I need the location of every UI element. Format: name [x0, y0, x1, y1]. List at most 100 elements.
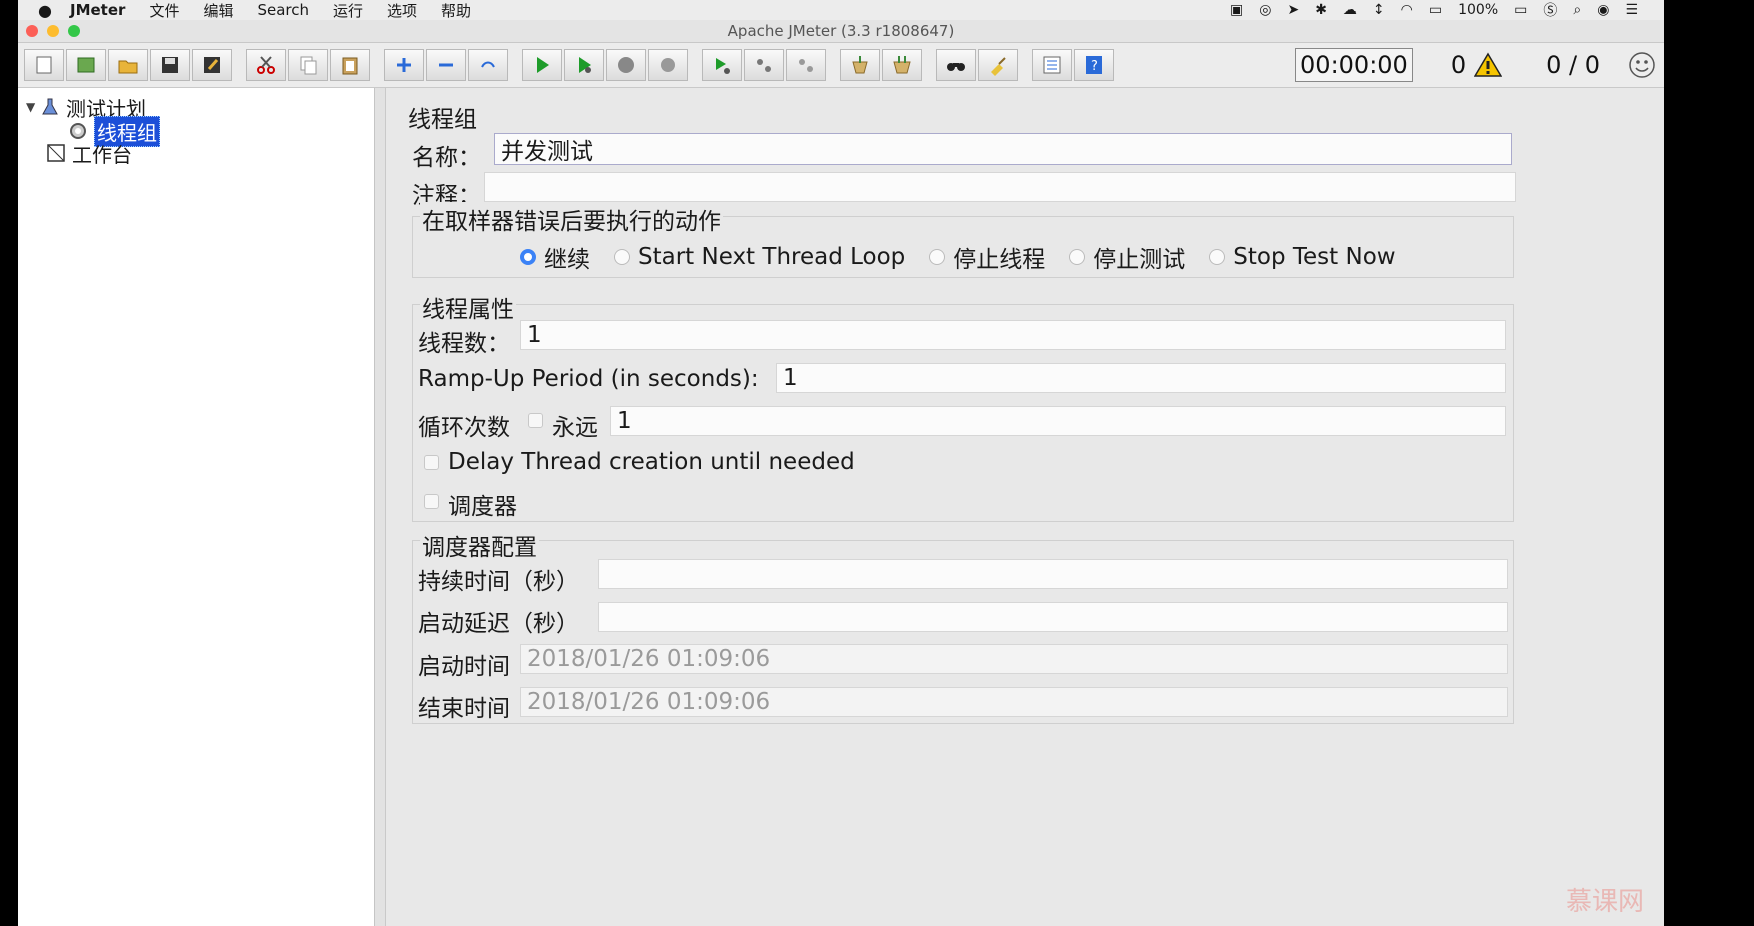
delay-thread-label: Delay Thread creation until needed	[448, 449, 855, 475]
radio-stop-thread-dot[interactable]	[929, 249, 946, 265]
title-bar: Apache JMeter (3.3 r1808647)	[18, 20, 1664, 43]
rampup-label: Ramp-Up Period (in seconds):	[418, 366, 759, 392]
threads-label: 线程数：	[418, 331, 510, 357]
s-icon[interactable]: Ⓢ	[1543, 0, 1557, 20]
close-window-button[interactable]	[26, 25, 38, 37]
copy-icon[interactable]	[288, 49, 328, 81]
name-input[interactable]: 并发测试	[494, 133, 1512, 165]
rampup-input[interactable]: 1	[776, 363, 1506, 393]
menu-file[interactable]: 文件	[137, 0, 191, 21]
end-time-input[interactable]: 2018/01/26 01:09:06	[520, 687, 1508, 717]
loop-count-label: 循环次数	[418, 415, 510, 441]
battery-percent: 100%	[1458, 2, 1499, 18]
clear-icon[interactable]	[840, 49, 880, 81]
spotlight-search-icon[interactable]: ⌕	[1573, 2, 1581, 18]
chevron-down-icon[interactable]: ▼	[26, 100, 40, 114]
function-helper-icon[interactable]	[1032, 49, 1072, 81]
end-time-label: 结束时间	[418, 696, 510, 722]
radio-stop-test-now[interactable]: Stop Test Now	[1209, 244, 1396, 270]
battery-icon[interactable]: ▭	[1514, 2, 1527, 18]
menu-app[interactable]: JMeter	[58, 1, 137, 19]
menu-run[interactable]: 运行	[321, 0, 375, 21]
radio-start-next-loop-dot[interactable]	[614, 249, 630, 265]
open-icon[interactable]	[108, 49, 148, 81]
radio-continue-label: 继续	[544, 247, 590, 273]
start-time-input[interactable]: 2018/01/26 01:09:06	[520, 644, 1508, 674]
thread-group-panel: 线程组 名称： 并发测试 注释： 在取样器错误后要执行的动作 继续 Start …	[386, 88, 1664, 926]
scheduler-label: 调度器	[448, 494, 517, 520]
save-icon[interactable]	[150, 49, 190, 81]
remote-start-icon[interactable]	[702, 49, 742, 81]
radio-stop-thread[interactable]: 停止线程	[929, 240, 1045, 274]
templates-icon[interactable]	[66, 49, 106, 81]
cloud-icon[interactable]: ☁	[1343, 2, 1357, 18]
radio-continue[interactable]: 继续	[520, 240, 590, 274]
loop-count-input[interactable]: 1	[610, 406, 1506, 436]
error-count: 0	[1450, 51, 1467, 79]
apple-icon[interactable]: ●	[32, 1, 58, 20]
startup-delay-label: 启动延迟（秒）	[418, 611, 579, 637]
airplay-icon[interactable]: ▭	[1429, 2, 1442, 18]
test-plan-tree: ▼ 测试计划 线程组 工作台	[18, 88, 375, 926]
expand-all-icon[interactable]	[384, 49, 424, 81]
menu-bar: ● JMeter 文件 编辑 Search 运行 选项 帮助 ▣ ◎ ➤ ✱ ☁…	[18, 0, 1664, 20]
start-time-label: 启动时间	[418, 654, 510, 680]
cut-icon[interactable]	[246, 49, 286, 81]
warning-icon[interactable]	[1474, 52, 1503, 78]
smiley-icon[interactable]	[1628, 51, 1656, 79]
bluetooth-icon[interactable]: ✱	[1315, 2, 1327, 18]
remote-stop-icon[interactable]	[744, 49, 784, 81]
siri-icon[interactable]: ◉	[1597, 2, 1609, 18]
transfer-icon[interactable]: ↕	[1373, 2, 1385, 18]
compass-icon[interactable]: ◎	[1259, 2, 1271, 18]
name-label: 名称：	[412, 145, 481, 171]
shutdown-icon[interactable]	[648, 49, 688, 81]
radio-stop-test-now-dot[interactable]	[1209, 249, 1226, 265]
wifi-icon[interactable]: ◠	[1401, 2, 1413, 18]
remote-shutdown-icon[interactable]	[786, 49, 826, 81]
scheduler-config-title: 调度器配置	[420, 528, 539, 562]
scheduler-checkbox[interactable]	[424, 494, 439, 509]
clear-all-icon[interactable]	[882, 49, 922, 81]
forever-label: 永远	[552, 415, 598, 441]
start-icon[interactable]	[522, 49, 562, 81]
comment-input[interactable]	[484, 172, 1516, 202]
menu-edit[interactable]: 编辑	[191, 0, 245, 21]
collapse-all-icon[interactable]	[426, 49, 466, 81]
radio-stop-test[interactable]: 停止测试	[1069, 240, 1185, 274]
threads-input[interactable]: 1	[520, 320, 1506, 350]
toggle-icon[interactable]	[468, 49, 508, 81]
new-icon[interactable]	[24, 49, 64, 81]
workbench-icon	[47, 144, 65, 162]
watermark-logo: 慕课网	[1565, 887, 1644, 917]
radio-start-next-loop[interactable]: Start Next Thread Loop	[614, 244, 905, 270]
startup-delay-input[interactable]	[598, 602, 1508, 632]
search-binoculars-icon[interactable]	[936, 49, 976, 81]
save-as-icon[interactable]	[192, 49, 232, 81]
forever-checkbox[interactable]	[528, 413, 543, 428]
svg-text:?: ?	[1091, 59, 1098, 74]
toolbar: ? 00:00:00 0 0 / 0	[18, 43, 1664, 88]
start-no-pauses-icon[interactable]	[564, 49, 604, 81]
reset-search-icon[interactable]	[978, 49, 1018, 81]
zoom-window-button[interactable]	[68, 25, 80, 37]
help-icon[interactable]: ?	[1074, 49, 1114, 81]
menu-options[interactable]: 选项	[375, 0, 429, 21]
active-threads: 0 / 0	[1546, 51, 1600, 79]
split-pane-divider[interactable]	[375, 88, 386, 926]
radio-continue-dot[interactable]	[520, 249, 536, 265]
delay-thread-checkbox[interactable]	[424, 455, 439, 470]
duration-input[interactable]	[598, 559, 1508, 589]
radio-stop-test-dot[interactable]	[1069, 249, 1086, 265]
duration-label: 持续时间（秒）	[418, 569, 579, 595]
paste-icon[interactable]	[330, 49, 370, 81]
screen-record-icon[interactable]: ▣	[1230, 2, 1243, 18]
notification-list-icon[interactable]: ☰	[1625, 2, 1638, 18]
menu-search[interactable]: Search	[245, 1, 321, 19]
flask-icon	[42, 98, 58, 115]
stop-icon[interactable]	[606, 49, 646, 81]
tree-node-workbench[interactable]: 工作台	[46, 142, 132, 167]
minimize-window-button[interactable]	[47, 25, 59, 37]
menu-help[interactable]: 帮助	[429, 0, 483, 21]
send-icon[interactable]: ➤	[1287, 2, 1299, 18]
